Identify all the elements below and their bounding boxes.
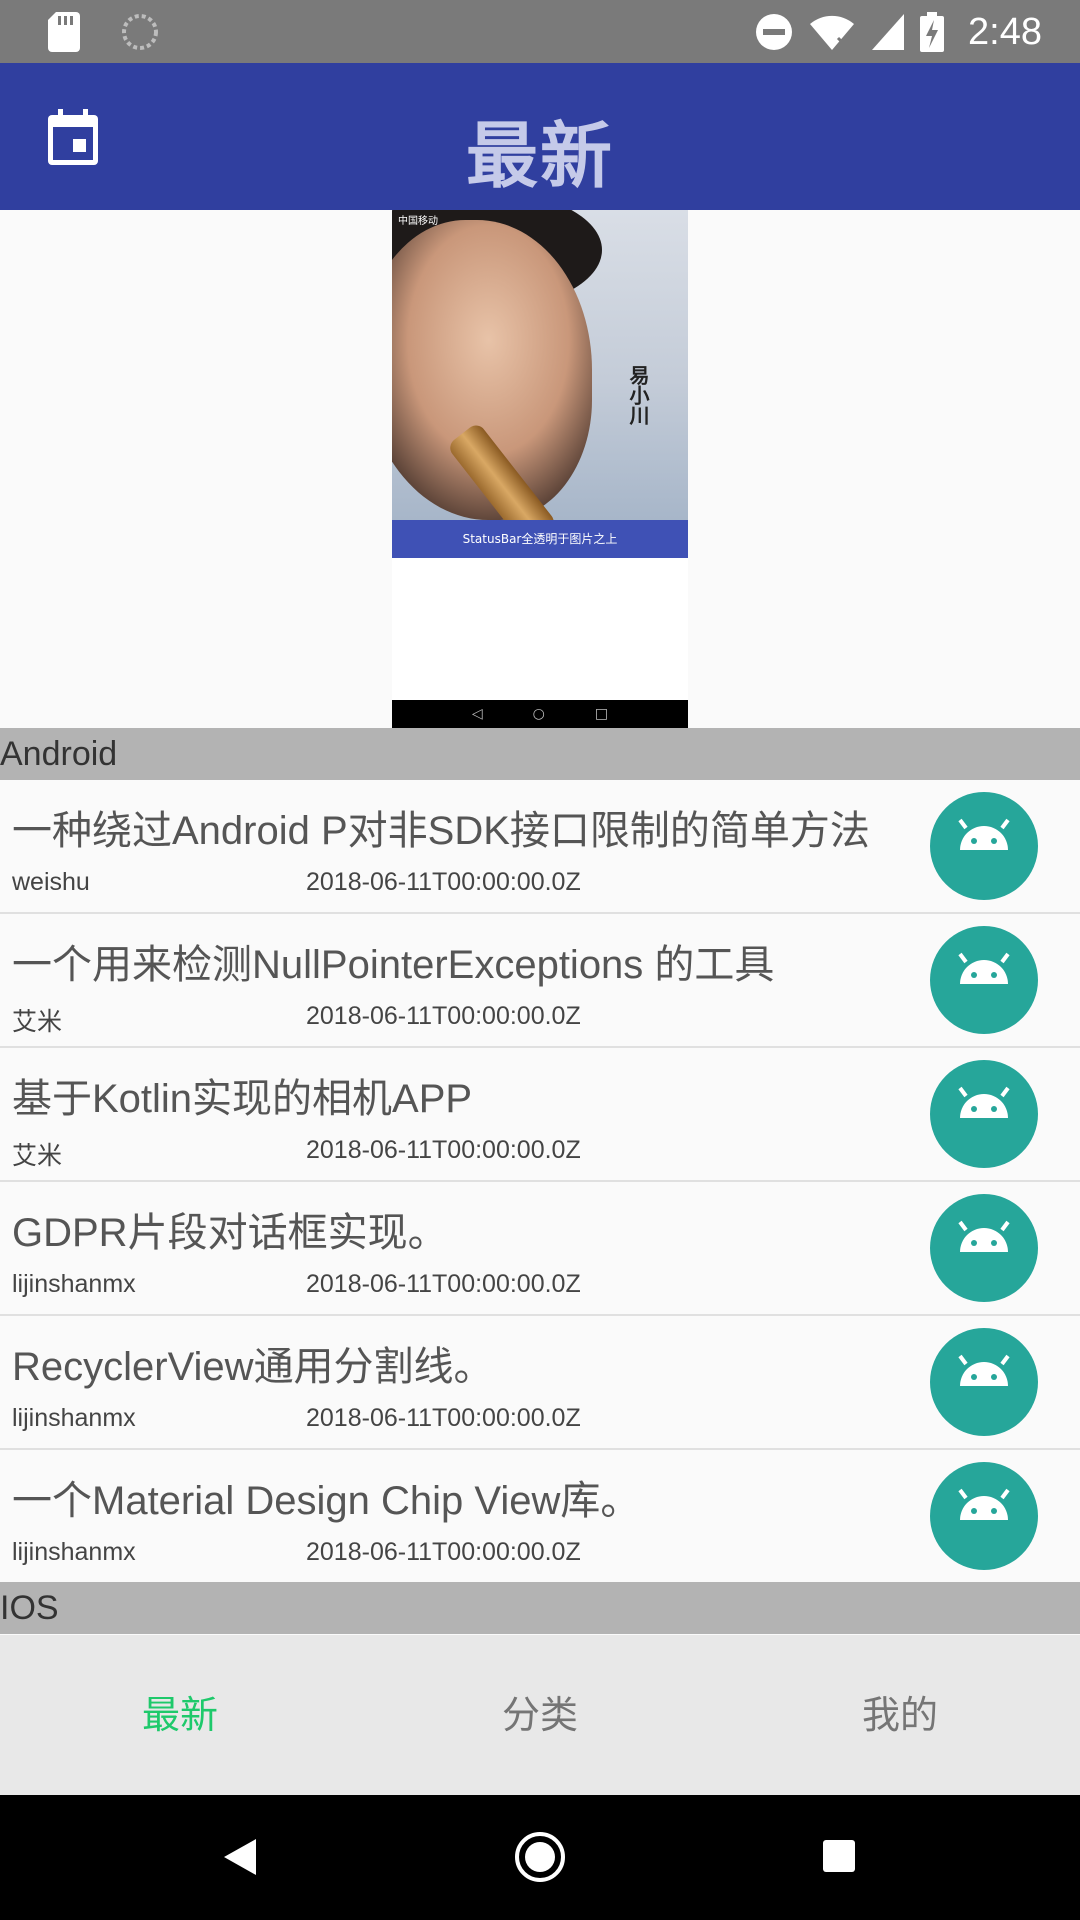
banner-image: 中国移动 易小川 StatusBar全透明于图片之上 ◁ ○ □ <box>392 210 688 728</box>
mini-home-icon: ○ <box>532 706 545 722</box>
item-author: lijinshanmx <box>12 1404 136 1432</box>
battery-charging-icon <box>920 12 945 52</box>
tab-mine[interactable]: 我的 <box>720 1635 1080 1795</box>
wifi-icon <box>810 15 855 51</box>
home-icon[interactable] <box>514 1831 566 1883</box>
tab-category[interactable]: 分类 <box>360 1635 720 1795</box>
item-author: weishu <box>12 868 90 896</box>
article-list: 一种绕过Android P对非SDK接口限制的简单方法 weishu 2018-… <box>0 780 1080 1582</box>
mini-recents-icon: □ <box>594 706 609 722</box>
item-title: 基于Kotlin实现的相机APP <box>12 1077 473 1121</box>
banner-caption: StatusBar全透明于图片之上 <box>392 520 688 558</box>
android-avatar-icon <box>930 1194 1038 1302</box>
banner[interactable]: 中国移动 易小川 StatusBar全透明于图片之上 ◁ ○ □ <box>0 210 1080 728</box>
mini-back-icon: ◁ <box>471 706 483 722</box>
list-item[interactable]: 基于Kotlin实现的相机APP 艾米 2018-06-11T00:00:00.… <box>0 1048 1080 1182</box>
signal-icon <box>872 14 905 50</box>
item-date: 2018-06-11T00:00:00.0Z <box>306 1136 581 1164</box>
item-title: GDPR片段对话框实现。 <box>12 1211 448 1255</box>
app-bar: 最新 <box>0 63 1080 210</box>
poster-carrier: 中国移动 <box>398 216 438 227</box>
bottom-navigation: 最新 分类 我的 <box>0 1635 1080 1795</box>
item-date: 2018-06-11T00:00:00.0Z <box>306 868 581 896</box>
android-avatar-icon <box>930 792 1038 900</box>
item-title: RecyclerView通用分割线。 <box>12 1345 494 1389</box>
loading-icon <box>122 14 158 50</box>
list-item[interactable]: GDPR片段对话框实现。 lijinshanmx 2018-06-11T00:0… <box>0 1182 1080 1316</box>
android-avatar-icon <box>930 926 1038 1034</box>
sd-card-icon <box>48 12 80 52</box>
android-avatar-icon <box>930 1060 1038 1168</box>
section-header-ios: IOS <box>0 1582 1080 1634</box>
do-not-disturb-icon <box>756 14 793 50</box>
back-icon[interactable] <box>222 1837 258 1877</box>
list-item[interactable]: 一个用来检测NullPointerExceptions 的工具 艾米 2018-… <box>0 914 1080 1048</box>
item-author: 艾米 <box>12 1142 63 1170</box>
item-date: 2018-06-11T00:00:00.0Z <box>306 1002 581 1030</box>
mini-nav-bar: ◁ ○ □ <box>392 700 688 728</box>
system-nav-bar <box>0 1795 1080 1920</box>
section-header-android: Android <box>0 728 1080 780</box>
item-date: 2018-06-11T00:00:00.0Z <box>306 1404 581 1432</box>
page-title: 最新 <box>465 114 614 198</box>
poster-name: 易小川 <box>626 365 650 425</box>
list-item[interactable]: RecyclerView通用分割线。 lijinshanmx 2018-06-1… <box>0 1316 1080 1450</box>
android-avatar-icon <box>930 1328 1038 1436</box>
item-author: 艾米 <box>12 1008 63 1036</box>
item-author: lijinshanmx <box>12 1538 136 1566</box>
tab-latest[interactable]: 最新 <box>0 1635 360 1795</box>
status-bar: 2:48 <box>0 0 1080 63</box>
recents-icon[interactable] <box>822 1839 856 1873</box>
item-title: 一个Material Design Chip View库。 <box>12 1479 641 1523</box>
item-date: 2018-06-11T00:00:00.0Z <box>306 1538 581 1566</box>
list-item[interactable]: 一个Material Design Chip View库。 lijinshanm… <box>0 1450 1080 1582</box>
poster-photo: 中国移动 易小川 <box>392 210 688 549</box>
android-avatar-icon <box>930 1462 1038 1570</box>
item-title: 一种绕过Android P对非SDK接口限制的简单方法 <box>12 809 870 853</box>
status-time: 2:48 <box>968 10 1042 53</box>
item-date: 2018-06-11T00:00:00.0Z <box>306 1270 581 1298</box>
item-author: lijinshanmx <box>12 1270 136 1298</box>
item-title: 一个用来检测NullPointerExceptions 的工具 <box>12 943 775 987</box>
list-item[interactable]: 一种绕过Android P对非SDK接口限制的简单方法 weishu 2018-… <box>0 780 1080 914</box>
